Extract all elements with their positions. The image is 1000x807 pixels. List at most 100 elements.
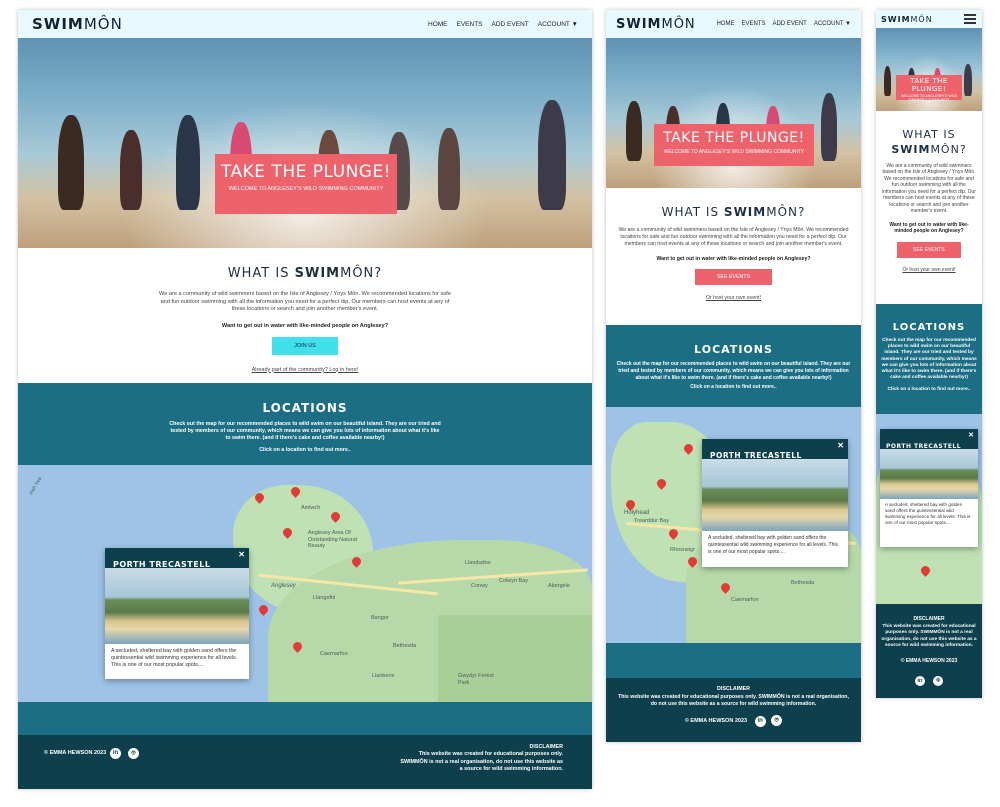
- github-icon[interactable]: ⌾: [771, 715, 783, 727]
- locations-hint: Click on a location to find out more..: [259, 447, 351, 454]
- logo[interactable]: SWIMMÔN: [881, 15, 933, 24]
- map-label: Anglesey Area Of Outstanding Natural Bea…: [308, 530, 357, 550]
- navbar: SWIMMÔN HOME EVENTS ADD EVENT ACCOUNT ▼: [18, 10, 592, 38]
- logo[interactable]: SWIMMÔN: [616, 17, 696, 32]
- nav-account-dropdown[interactable]: ACCOUNT ▼: [538, 21, 578, 28]
- swimmer-figure: [821, 93, 837, 161]
- nav-events-link[interactable]: EVENTS: [457, 21, 483, 28]
- about-cta-question: Want to get out in water with like-minde…: [221, 322, 389, 329]
- tablet-view: SWIMMÔN HOME EVENTS ADD EVENT ACCOUNT ▼ …: [606, 10, 861, 742]
- swimmer-figure: [176, 115, 200, 211]
- close-icon[interactable]: ✕: [837, 441, 844, 450]
- hamburger-menu-icon[interactable]: [964, 14, 976, 24]
- nav-add-event-link[interactable]: ADD EVENT: [772, 21, 806, 27]
- hero-subtitle: WELCOME TO ANGLESEY'S WILD SWIMMING COMM…: [228, 186, 384, 192]
- navbar: SWIMMÔN: [876, 10, 982, 28]
- github-icon[interactable]: ⌾: [933, 675, 944, 686]
- swimmer-figure: [538, 100, 566, 211]
- swimmer-figure: [626, 101, 642, 161]
- about-heading: WHAT IS SWIMMÔN?: [891, 128, 967, 156]
- location-pin[interactable]: [257, 603, 270, 616]
- about-description: We are a community of wild swimmers base…: [882, 162, 976, 215]
- popup-header: PORTH TRECASTELL ✕: [105, 548, 249, 569]
- popup-description: A secluded, sheltered bay with golden sa…: [708, 535, 838, 555]
- snowdonia-land: [438, 615, 592, 702]
- about-section: WHAT IS SWIMMÔN? We are a community of w…: [606, 205, 861, 301]
- popup-beach-image: [105, 568, 249, 644]
- popup-beach-image: [702, 459, 848, 531]
- popup-beach-image: [880, 449, 978, 499]
- copyright-text: © EMMA HEWSON 2023: [900, 657, 958, 664]
- host-event-link[interactable]: Or host your own event!: [706, 295, 761, 301]
- disclaimer-title: DISCLAIMER: [913, 616, 945, 622]
- nav-add-event-link[interactable]: ADD EVENT: [492, 21, 529, 28]
- login-link[interactable]: Already part of the community? Log in he…: [252, 367, 359, 373]
- linkedin-icon[interactable]: in: [914, 675, 925, 686]
- popup-header: PORTH TRECASTELL ✕: [880, 429, 978, 450]
- about-cta-question: Want to get out in water with like-minde…: [656, 256, 811, 263]
- host-event-link[interactable]: Or host your own event!: [902, 267, 955, 273]
- popup-description: A secluded, sheltered bay with golden sa…: [885, 502, 971, 525]
- map-label: Gwydyr Forest Park: [458, 673, 494, 686]
- locations-description: Check out the map for our recommended pl…: [616, 361, 851, 381]
- locations-heading: LOCATIONS: [694, 343, 773, 356]
- map-label: Llandudno: [465, 560, 491, 566]
- see-events-button[interactable]: SEE EVENTS: [694, 269, 773, 286]
- github-icon[interactable]: ⌾: [128, 748, 139, 759]
- close-icon[interactable]: ✕: [968, 431, 974, 439]
- popup-header: PORTH TRECASTELL ✕: [702, 439, 848, 460]
- nav-home-link[interactable]: HOME: [716, 21, 734, 27]
- map-label: Irish Sea: [28, 475, 44, 497]
- see-events-button[interactable]: SEE EVENTS: [897, 241, 961, 258]
- about-heading: WHAT IS SWIMMÔN?: [661, 205, 806, 219]
- linkedin-icon[interactable]: in: [110, 748, 121, 759]
- map[interactable]: Holyhead Trearddur Bay Rhosneigr Bethesd…: [606, 407, 861, 643]
- map-label: Trearddur Bay: [634, 518, 669, 524]
- map-label: Bethesda: [791, 580, 815, 586]
- logo[interactable]: SWIMMÔN: [32, 15, 123, 33]
- hero-title: TAKE THE PLUNGE!: [220, 162, 392, 182]
- map-label: Holyhead: [624, 510, 650, 516]
- map-label: Bangor: [371, 615, 389, 621]
- swimmer-figure: [58, 115, 84, 211]
- map-label: Caernarfon: [731, 597, 759, 603]
- footer-band: [606, 643, 861, 678]
- location-popup: PORTH TRECASTELL ✕ A secluded, sheltered…: [105, 548, 249, 679]
- locations-description: Check out the map for our recommended pl…: [881, 338, 977, 381]
- linkedin-icon[interactable]: in: [754, 716, 766, 728]
- map-label: Abergele: [548, 583, 571, 589]
- navbar: SWIMMÔN HOME EVENTS ADD EVENT ACCOUNT ▼: [606, 10, 861, 38]
- swimmer-figure: [964, 64, 972, 97]
- disclaimer-text: This website was created for educational…: [400, 751, 563, 772]
- footer-band: [18, 702, 592, 735]
- about-heading: WHAT IS SWIMMÔN?: [227, 266, 383, 281]
- map-label: Caernarfon: [320, 651, 348, 657]
- swimmer-figure: [438, 128, 460, 211]
- about-section: WHAT IS SWIMMÔN? We are a community of wi…: [876, 128, 982, 273]
- locations-heading: LOCATIONS: [892, 322, 966, 333]
- map[interactable]: Irish Sea Amlwch Anglesey Area Of Outsta…: [18, 465, 592, 702]
- hero-image: TAKE THE PLUNGE! WELCOME TO ANGLESEY'S W…: [18, 38, 592, 248]
- hero-subtitle: WELCOME TO ANGLESEY'S WILD SWIMMING COMM…: [900, 94, 958, 103]
- copyright-text: © EMMA HEWSON 2023: [44, 750, 107, 756]
- disclaimer-title: DISCLAIMER: [717, 686, 750, 692]
- locations-section: LOCATIONS Check out the map for our reco…: [876, 304, 982, 414]
- disclaimer-title: DISCLAIMER: [529, 744, 563, 750]
- about-description: We are a community of wild swimmers base…: [618, 227, 849, 248]
- nav-events-link[interactable]: EVENTS: [741, 21, 765, 27]
- disclaimer-text: This website was created for educational…: [881, 624, 977, 649]
- about-description: We are a community of wild swimmers base…: [159, 291, 451, 313]
- location-popup: PORTH TRECASTELL ✕ A secluded, sheltered…: [880, 429, 978, 547]
- map-label: Anglesey: [271, 583, 296, 589]
- close-icon[interactable]: ✕: [238, 550, 245, 559]
- nav-home-link[interactable]: HOME: [428, 21, 448, 28]
- popup-description: A secluded, sheltered bay with golden sa…: [111, 648, 238, 669]
- swimmer-figure: [120, 130, 142, 211]
- join-us-button[interactable]: JOIN US: [272, 336, 338, 355]
- location-popup: PORTH TRECASTELL ✕ A secluded, sheltered…: [702, 439, 848, 567]
- locations-hint: Click on a location to find out more..: [887, 386, 971, 392]
- nav-account-dropdown[interactable]: ACCOUNT ▼: [814, 21, 851, 27]
- map[interactable]: PORTH TRECASTELL ✕ A secluded, sheltered…: [876, 414, 982, 604]
- hero-banner: TAKE THE PLUNGE! WELCOME TO ANGLESEY'S W…: [896, 75, 962, 103]
- map-label: Colwyn Bay: [499, 578, 529, 584]
